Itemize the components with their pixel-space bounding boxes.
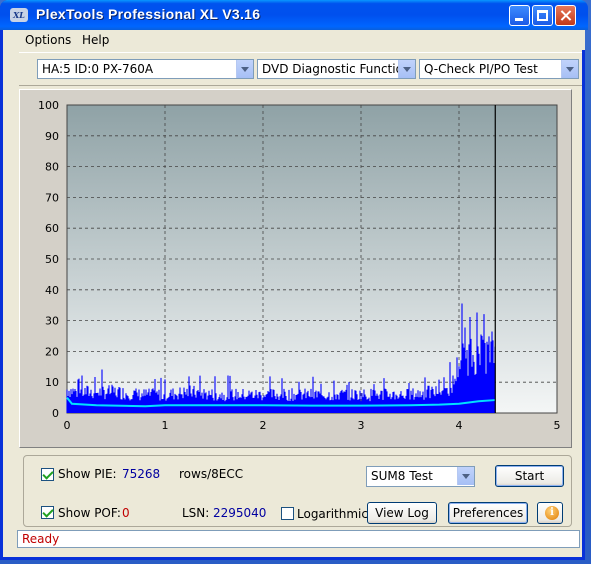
show-pof-checkbox[interactable] (41, 506, 54, 519)
logarithmic-checkbox[interactable] (281, 507, 294, 520)
maximize-icon (537, 10, 548, 21)
title-bar[interactable]: XL PlexTools Professional XL V3.16 (0, 0, 588, 30)
app-window: XL PlexTools Professional XL V3.16 Optio… (0, 0, 588, 560)
toolbar: HA:5 ID:0 PX-760A DVD Diagnostic Functio… (19, 52, 582, 86)
y-tick-label: 20 (45, 345, 59, 358)
sum-test-select-value: SUM8 Test (371, 469, 433, 483)
y-tick-label: 70 (45, 191, 59, 204)
y-tick-label: 60 (45, 222, 59, 235)
logarithmic-label: Logarithmic (297, 507, 368, 521)
info-button[interactable]: i (537, 502, 563, 524)
chart-panel: 0 1 2 3 4 5 0 10 20 30 40 50 60 70 80 90 100 (19, 89, 572, 448)
pof-value: 0 (122, 506, 130, 520)
pie-value: 75268 (122, 467, 161, 481)
drive-select-value: HA:5 ID:0 PX-760A (42, 62, 154, 76)
test-select[interactable]: Q-Check PI/PO Test (419, 59, 579, 79)
x-tick-label: 0 (64, 419, 71, 432)
status-text: Ready (22, 532, 60, 546)
chevron-down-icon[interactable] (561, 60, 578, 78)
function-select[interactable]: DVD Diagnostic Functions (257, 59, 416, 79)
y-tick-label: 100 (38, 99, 59, 112)
x-tick-label: 5 (554, 419, 561, 432)
y-tick-label: 30 (45, 315, 59, 328)
show-pie-label: Show PIE: (58, 467, 117, 481)
x-tick-label: 1 (162, 419, 169, 432)
info-icon: i (545, 506, 559, 520)
maximize-button[interactable] (532, 5, 553, 26)
y-tick-label: 10 (45, 376, 59, 389)
pie-unit: rows/8ECC (179, 467, 244, 481)
x-tick-label: 4 (456, 419, 463, 432)
lsn-value: 2295040 (213, 506, 267, 520)
y-tick-label: 40 (45, 284, 59, 297)
sum-test-select[interactable]: SUM8 Test (366, 466, 475, 487)
minimize-button[interactable] (509, 5, 530, 26)
x-tick-label: 3 (358, 419, 365, 432)
drive-select[interactable]: HA:5 ID:0 PX-760A (37, 59, 254, 79)
menu-help[interactable]: Help (82, 33, 109, 47)
view-log-button[interactable]: View Log (367, 502, 437, 524)
chevron-down-icon[interactable] (236, 60, 253, 78)
preferences-button[interactable]: Preferences (448, 502, 528, 524)
y-tick-label: 80 (45, 161, 59, 174)
x-tick-label: 2 (260, 419, 267, 432)
show-pof-label: Show POF: (58, 506, 121, 520)
y-tick-label: 0 (52, 407, 59, 420)
menu-bar: Options Help (3, 30, 585, 50)
y-tick-label: 50 (45, 253, 59, 266)
pipo-chart: 0 1 2 3 4 50102030405060708090100 (38, 99, 561, 432)
menu-options[interactable]: Options (25, 33, 71, 47)
chevron-down-icon[interactable] (398, 60, 415, 78)
y-tick-label: 90 (45, 130, 59, 143)
start-button[interactable]: Start (495, 465, 564, 487)
function-select-value: DVD Diagnostic Functions (262, 62, 416, 76)
app-icon: XL (10, 8, 28, 22)
status-bar: Ready (17, 530, 580, 548)
chevron-down-icon[interactable] (457, 467, 474, 485)
controls-panel: Show PIE: 75268 rows/8ECC SUM8 Test Star… (23, 455, 572, 527)
test-select-value: Q-Check PI/PO Test (424, 62, 538, 76)
lsn-label: LSN: (182, 506, 210, 520)
close-button[interactable] (555, 5, 576, 26)
minimize-icon (515, 18, 523, 21)
show-pie-checkbox[interactable] (41, 468, 54, 481)
window-title: PlexTools Professional XL V3.16 (36, 6, 261, 22)
